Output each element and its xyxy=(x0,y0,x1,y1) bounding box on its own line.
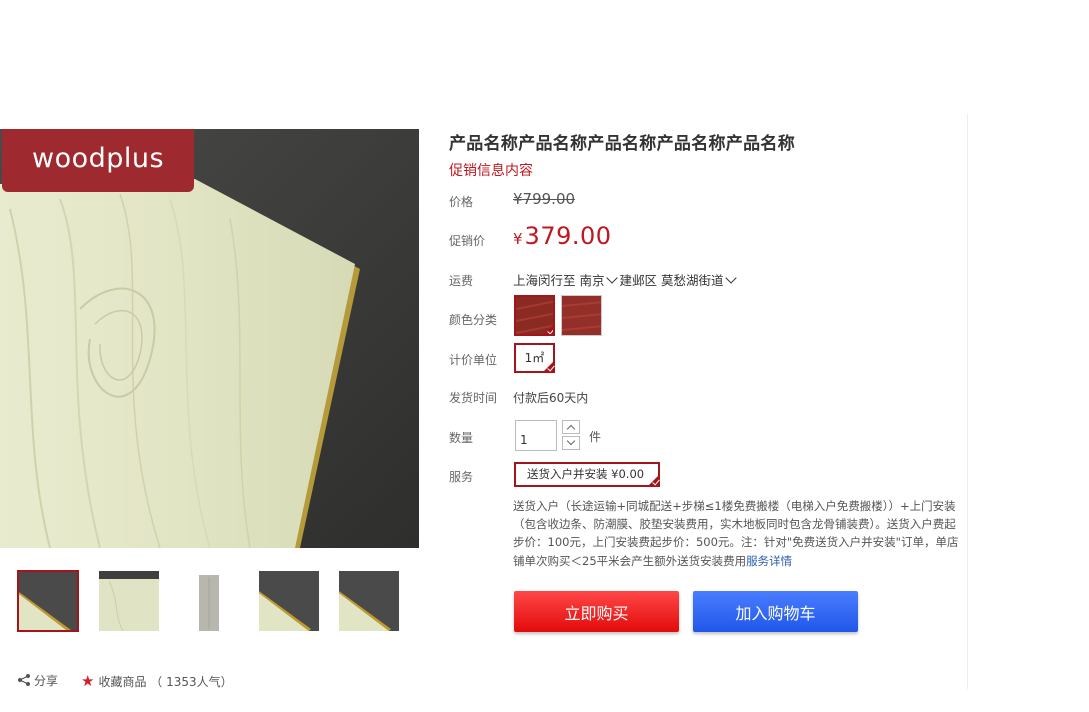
star-icon: ★ xyxy=(81,672,95,690)
quantity-increment-button[interactable] xyxy=(562,420,580,434)
unit-value: 1㎡ xyxy=(524,351,545,365)
main-product-image: woodplus xyxy=(0,129,419,548)
selected-check-icon xyxy=(543,361,554,372)
quantity-label: 数量 xyxy=(449,431,474,445)
service-option-text: 送货入户并安装 ¥0.00 xyxy=(527,467,645,481)
unit-option[interactable]: 1㎡ xyxy=(514,343,555,373)
city-select[interactable]: 南京 xyxy=(579,272,620,288)
original-price: ¥799.00 xyxy=(513,190,576,208)
sale-price-label: 促销价 xyxy=(449,234,486,248)
sale-price: ¥379.00 xyxy=(513,222,612,250)
delivery-time: 付款后60天内 xyxy=(513,391,589,405)
chevron-down-icon xyxy=(724,272,737,284)
favorite-button[interactable]: ★ 收藏商品 （ 1353人气） xyxy=(81,672,233,690)
service-description-text: 送货入户（长途运输+同城配送+步梯≤1楼免费搬楼（电梯入户免费搬楼））+上门安装… xyxy=(513,499,959,568)
thumbnail-4[interactable] xyxy=(258,570,320,632)
thumbnail-5[interactable] xyxy=(338,570,400,632)
favorite-label: 收藏商品 xyxy=(98,675,147,689)
service-description: 送货入户（长途运输+同城配送+步梯≤1楼免费搬楼（电梯入户免费搬楼））+上门安装… xyxy=(513,497,965,570)
color-label: 颜色分类 xyxy=(449,313,498,327)
chevron-down-icon xyxy=(605,272,618,284)
chevron-up-icon xyxy=(566,424,576,434)
shipping-label: 运费 xyxy=(449,274,474,288)
add-to-cart-button[interactable]: 加入购物车 xyxy=(693,591,858,632)
currency-symbol: ¥ xyxy=(513,230,523,248)
share-label: 分享 xyxy=(34,674,59,688)
thumbnail-2[interactable] xyxy=(98,570,160,632)
color-swatches xyxy=(514,295,614,337)
promo-text: 促销信息内容 xyxy=(449,163,533,179)
shipping-origin: 上海闵行至 xyxy=(513,273,576,288)
color-swatch-2[interactable] xyxy=(561,295,602,336)
brand-logo: woodplus xyxy=(2,129,194,192)
panel-divider xyxy=(967,114,968,689)
thumbnail-1[interactable] xyxy=(17,570,79,632)
selected-check-icon xyxy=(648,475,659,486)
service-detail-link[interactable]: 服务详情 xyxy=(746,554,792,568)
quantity-decrement-button[interactable] xyxy=(562,436,580,450)
chevron-down-icon xyxy=(566,436,576,446)
sale-price-value: 379.00 xyxy=(524,222,612,250)
price-label: 价格 xyxy=(449,195,474,209)
quantity-input[interactable] xyxy=(515,420,557,451)
share-icon xyxy=(18,674,30,686)
unit-label: 计价单位 xyxy=(449,353,498,367)
city-value: 南京 xyxy=(579,273,605,288)
district-select[interactable]: 建邺区 xyxy=(620,273,658,288)
street-value: 莫愁湖街道 xyxy=(661,273,724,288)
service-option[interactable]: 送货入户并安装 ¥0.00 xyxy=(514,462,660,487)
thumbnail-strip xyxy=(17,570,417,632)
quantity-unit: 件 xyxy=(589,430,602,444)
share-button[interactable]: 分享 xyxy=(17,672,58,689)
popularity-count: （ 1353人气） xyxy=(150,675,233,689)
district-value: 建邺区 xyxy=(619,273,658,288)
street-select[interactable]: 莫愁湖街道 xyxy=(661,272,739,288)
color-swatch-1[interactable] xyxy=(514,295,555,336)
thumbnail-3[interactable] xyxy=(178,570,240,632)
buy-now-button[interactable]: 立即购买 xyxy=(514,591,679,632)
selected-check-icon xyxy=(543,324,553,334)
product-title: 产品名称产品名称产品名称产品名称产品名称 xyxy=(449,134,795,154)
service-label: 服务 xyxy=(449,470,474,484)
delivery-label: 发货时间 xyxy=(449,391,498,405)
shipping-destination: 上海闵行至 南京 建邺区 莫愁湖街道 xyxy=(513,270,739,289)
